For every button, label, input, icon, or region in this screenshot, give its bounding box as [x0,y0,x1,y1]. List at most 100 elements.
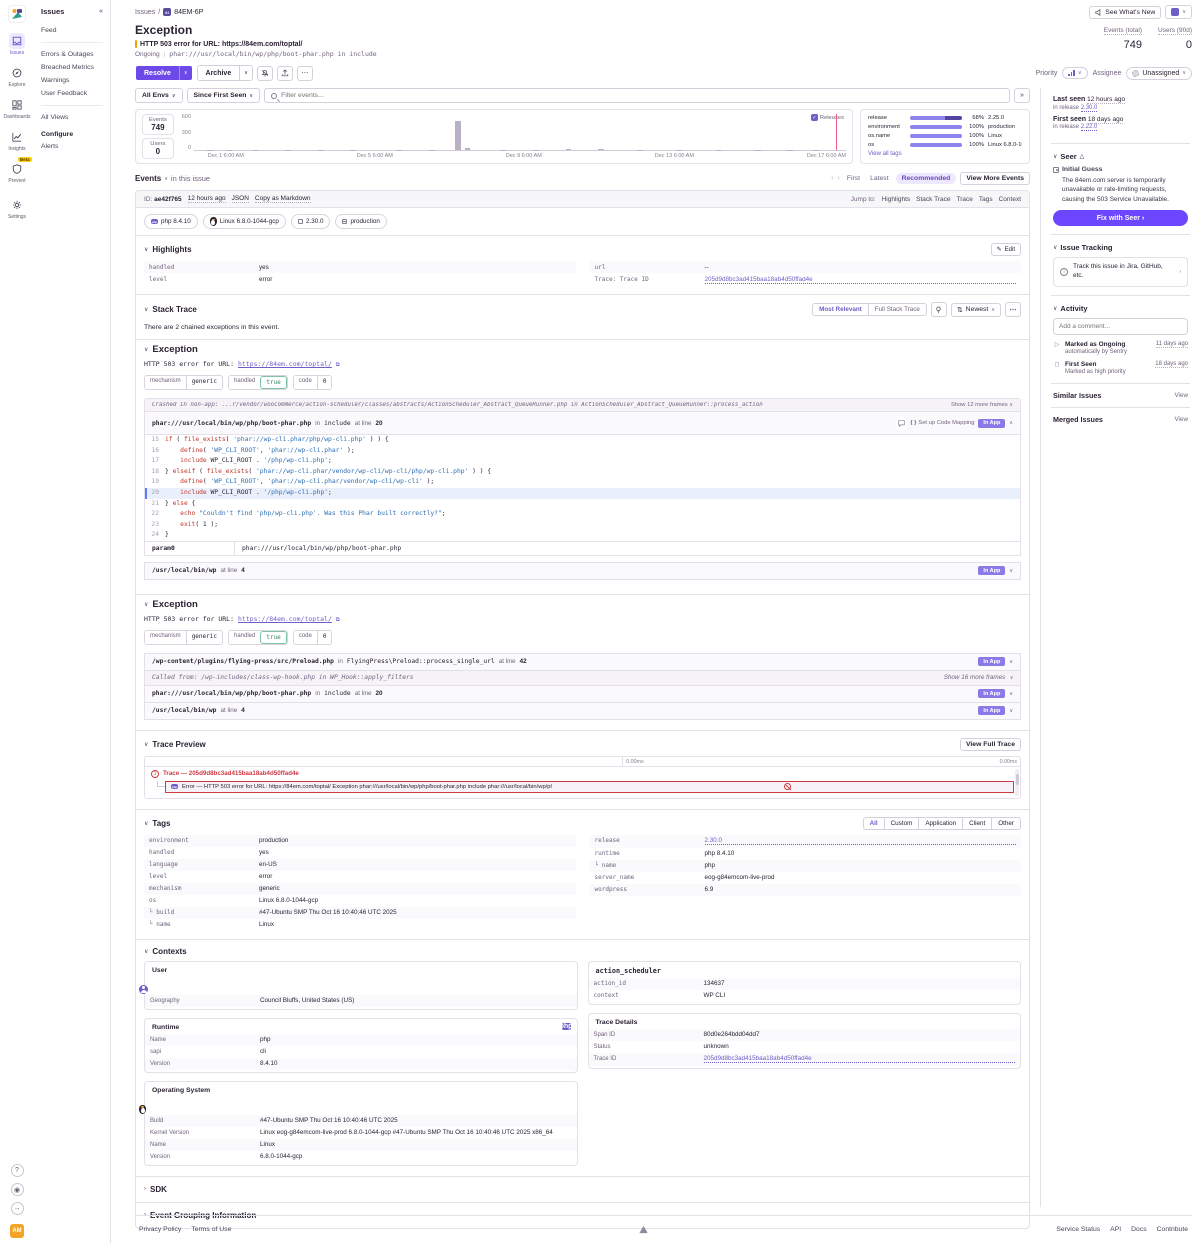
rail-item-issues[interactable]: Issues [9,33,25,56]
exception-url-link[interactable]: https://84em.com/toptal/ [238,615,332,623]
collapse-sidebar-icon[interactable]: « [99,8,103,15]
sentry-logo[interactable] [8,5,26,23]
whats-new-button[interactable]: See What's New [1089,6,1161,19]
activity-timestamp[interactable]: 18 days ago [1155,361,1188,368]
sidebar-item[interactable]: All Views [41,111,103,124]
copy-markdown-link[interactable]: Copy as Markdown [255,195,311,203]
tag-row[interactable]: └ build#47-Ubuntu SMP Thu Oct 16 10:40:4… [144,907,576,919]
tag-row[interactable]: levelerror [144,871,576,883]
footer-link[interactable]: Contribute [1157,1226,1188,1233]
in-app-badge[interactable]: In App [978,689,1005,698]
in-app-badge[interactable]: In App [978,419,1005,428]
show-more-frames-link[interactable]: Show 12 more frames ∨ [951,402,1013,408]
view-full-trace-button[interactable]: View Full Trace [960,738,1021,751]
in-app-badge[interactable]: In App [978,566,1005,575]
date-range-filter[interactable]: Since First Seen∨ [187,88,261,103]
chevron-down-icon[interactable]: ∨ [144,346,148,353]
footer-link[interactable]: Service Status [1056,1226,1100,1233]
tag-row[interactable]: wordpress6.9 [590,884,1022,896]
called-from-frame[interactable]: Called from: /wp-includes/class-wp-hook.… [144,671,1021,686]
search-input[interactable] [281,92,1003,99]
tag-filter[interactable]: Application [918,818,962,829]
chevron-right-icon[interactable]: › [144,1186,146,1192]
fix-with-seer-button[interactable]: Fix with Seer › [1053,210,1188,226]
php-version-chip[interactable]: phpphp 8.4.10 [144,214,198,229]
chevron-down-icon[interactable]: ∨ [1009,691,1013,697]
chevron-down-icon[interactable]: ∨ [1009,568,1013,574]
in-app-badge[interactable]: In App [978,657,1005,666]
archive-button[interactable]: Archive [198,66,240,80]
events-chart-plot[interactable] [194,114,846,151]
first-seen-time[interactable]: 18 days ago [1088,116,1123,124]
footer-link[interactable]: Docs [1131,1226,1147,1233]
chevron-down-icon[interactable]: ∨ [1053,305,1057,312]
chart-events-toggle[interactable]: Events 749 [142,114,174,135]
help-icon[interactable]: ? [11,1164,24,1177]
user-avatar[interactable]: AM [10,1224,24,1238]
thread-icon-button[interactable] [931,302,947,317]
stack-frame[interactable]: phar:///usr/local/bin/wp/php/boot-phar.p… [144,686,1021,703]
json-link[interactable]: JSON [232,195,249,203]
events-dropdown-label[interactable]: Events [135,174,161,183]
os-chip[interactable]: Linux 6.8.0-1044-gcp [203,214,286,229]
prev-event-button[interactable]: ‹ [831,175,833,182]
broadcast-icon[interactable]: ◉ [11,1183,24,1196]
sidebar-item[interactable]: Warnings [41,74,103,87]
chevron-down-icon[interactable]: ∨ [1053,153,1057,160]
breadcrumb-issues[interactable]: Issues [135,9,155,16]
tag-row[interactable]: └ nameLinux [144,919,576,931]
tag-summary-row[interactable]: os100%Linux 6.8.0-1044-g... [868,142,1022,148]
chevron-up-icon[interactable]: ∧ [1009,420,1013,426]
tag-filter[interactable]: Other [991,818,1020,829]
release-link[interactable]: 2.30.0 [1081,105,1098,112]
chevron-down-icon[interactable]: ∨ [144,948,148,955]
tag-filter-all[interactable]: All [864,818,884,829]
tag-row[interactable]: server_nameeog-g84emcom-live-prod [590,872,1022,884]
environment-chip[interactable]: production [335,214,386,229]
tag-summary-row[interactable]: os.name100%Linux [868,133,1022,139]
sdk-section[interactable]: ›SDK [136,1177,1029,1203]
comment-icon[interactable] [896,416,906,431]
release-link[interactable]: 2.30.0 [705,837,1017,845]
more-actions-button[interactable]: ⋯ [297,66,313,81]
expand-sidebar-button[interactable]: » [1014,88,1030,103]
chevron-down-icon[interactable]: ∨ [144,820,148,827]
tag-row[interactable]: handledyes [144,847,576,859]
priority-dropdown[interactable]: ∨ [1062,67,1087,79]
chevron-down-icon[interactable]: ∨ [1009,659,1013,665]
tag-filter[interactable]: Custom [884,818,919,829]
release-chip[interactable]: 2.30.0 [291,214,331,229]
stack-frame[interactable]: phar:///usr/local/bin/wp/php/boot-phar.p… [144,411,1021,435]
share-button[interactable] [277,66,293,81]
rail-item-dashboards[interactable]: Dashboards [4,97,31,120]
show-more-frames-link[interactable]: Show 16 more frames [944,674,1006,681]
trace-scrollbar[interactable] [1015,769,1019,796]
chevron-down-icon[interactable]: ∨ [144,246,148,253]
chevron-down-icon[interactable]: ∨ [144,741,148,748]
chevron-down-icon[interactable]: ∨ [144,306,148,313]
resolve-button[interactable]: Resolve [136,66,179,80]
archive-dropdown[interactable]: ∨ [239,66,252,80]
jump-link[interactable]: Context [999,196,1021,203]
nav-recommended-event[interactable]: Recommended [896,173,957,184]
environment-filter[interactable]: All Envs∨ [135,88,183,103]
most-relevant-toggle[interactable]: Most Relevant [813,304,868,315]
stack-frame[interactable]: /usr/local/bin/wp at line 4 In App ∨ [144,562,1021,580]
comment-input[interactable] [1053,318,1188,335]
sidebar-item[interactable]: Errors & Outages [41,48,103,61]
tag-row[interactable]: environmentproduction [144,835,576,847]
sort-newest-dropdown[interactable]: ⇅ Newest ∨ [951,303,1001,317]
view-all-tags-link[interactable]: View all tags [868,151,1022,157]
tag-row[interactable]: osLinux 6.8.0-1044-gcp [144,895,576,907]
resolve-dropdown[interactable]: ∨ [179,66,192,80]
tag-row[interactable]: └ namephp [590,860,1022,872]
tag-summary-row[interactable]: environment100%production [868,124,1022,130]
rail-item-explore[interactable]: Explore [9,65,26,88]
setup-code-mapping-link[interactable]: { } Set up Code Mapping [910,420,974,426]
footer-link[interactable]: Privacy Policy [139,1226,181,1233]
activity-timestamp[interactable]: 11 days ago [1156,341,1188,348]
sidebar-item[interactable]: Feed [41,24,103,37]
rail-item-insights[interactable]: Insights [8,129,25,152]
jump-link[interactable]: Stack Trace [916,196,950,203]
track-issue-card[interactable]: i Track this issue in Jira, GitHub, etc.… [1053,257,1188,287]
